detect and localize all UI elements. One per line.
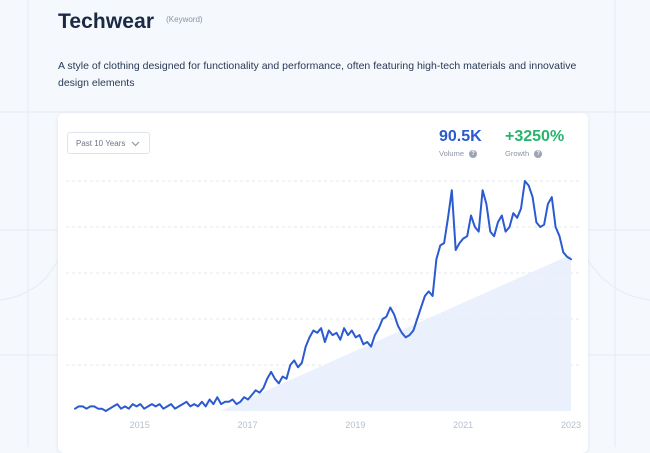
keyword-type-label: (Keyword) xyxy=(166,15,203,24)
trend-card: Past 10 Years 90.5K Volume ? +3250% Grow… xyxy=(58,113,588,453)
x-tick-label: 2023 xyxy=(561,420,581,430)
x-tick-label: 2021 xyxy=(453,420,473,430)
x-tick-label: 2017 xyxy=(238,420,258,430)
x-axis-ticks: 2015 2017 2019 2021 2023 xyxy=(130,420,581,430)
page-header: Techwear (Keyword) xyxy=(58,10,203,34)
trend-area xyxy=(220,254,571,411)
page-title: Techwear xyxy=(58,10,155,33)
x-tick-label: 2015 xyxy=(130,420,150,430)
page-description: A style of clothing designed for functio… xyxy=(58,60,577,89)
x-tick-label: 2019 xyxy=(345,420,365,430)
trend-chart: 2015 2017 2019 2021 2023 xyxy=(66,180,581,430)
